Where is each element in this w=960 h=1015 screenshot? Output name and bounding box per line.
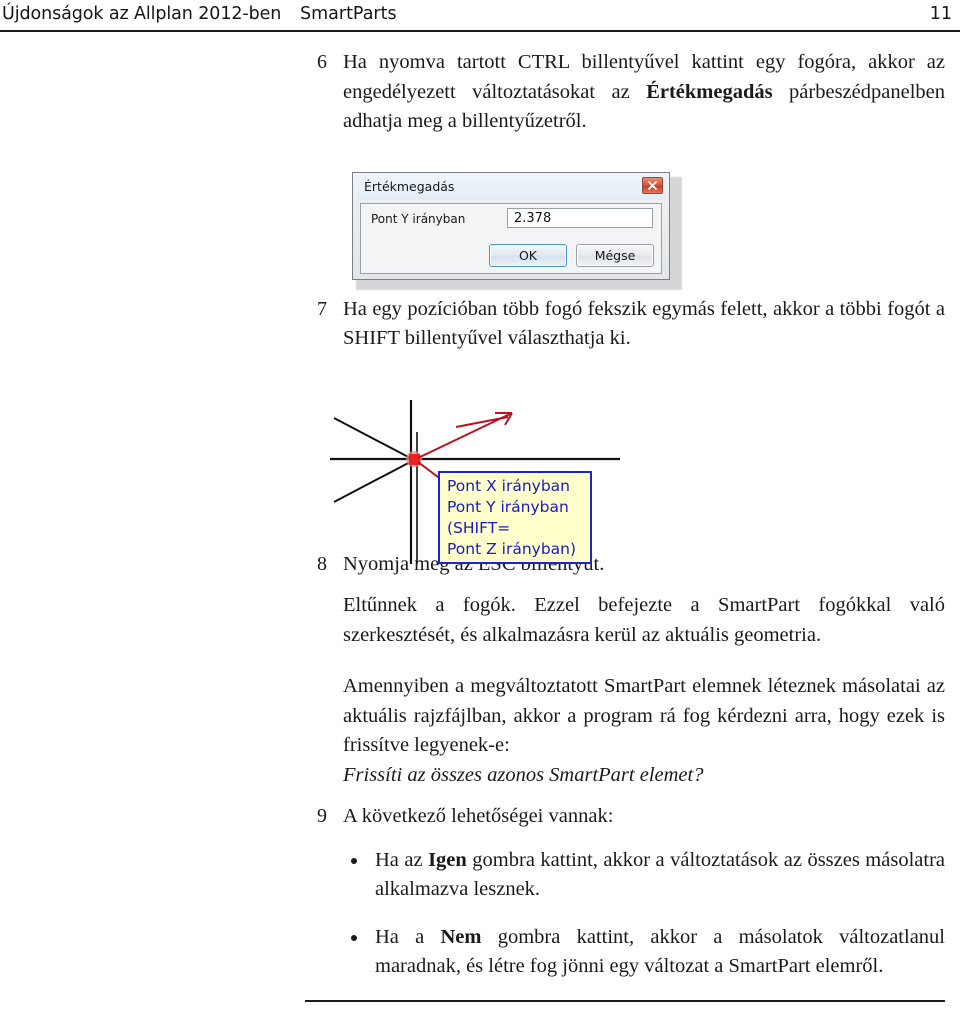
dialog-window: Értékmegadás Pont Y irányban 2.378 OK Mé… [352,172,670,280]
header-divider-rule [0,30,960,32]
diagonal-line-upper [333,417,415,461]
step-number: 8 [317,552,327,575]
running-header: Újdonságok az Allplan 2012-ben SmartPart… [0,4,960,30]
direction-arrow-secondary [455,416,509,428]
step-item-7: 7 Ha egy pozícióban több fogó fekszik eg… [305,295,945,354]
bullet2-emphasis: Nem [440,925,482,948]
step-text: Ha egy pozícióban több fogó fekszik egym… [343,297,945,350]
step-item-6: 6 Ha nyomva tartott CTRL billentyűvel ka… [305,48,945,137]
header-section-title: SmartParts [300,4,397,24]
point-y-value-input[interactable]: 2.378 [507,208,653,228]
tooltip-line-1: Pont X irányban [447,477,570,495]
ok-button[interactable]: OK [489,244,567,267]
footer-divider-rule [305,1000,945,1002]
step-number: 6 [317,51,327,73]
close-icon[interactable] [642,177,663,194]
step8-paragraph-1: Eltűnnek a fogók. Ezzel befejezte a Smar… [343,594,945,646]
bullet-dot-icon [351,934,357,941]
step-text: A következő lehetőségei vannak: [343,805,614,827]
tooltip-line-3: (SHIFT= [447,519,510,537]
step8-paragraph-2: Amennyiben a megváltoztatott SmartPart e… [343,675,945,756]
step8-paragraph-3: Frissíti az összes azonos SmartPart elem… [305,761,945,791]
step6-emphasis: Értékmegadás [646,80,773,103]
step-number: 9 [317,805,327,827]
list-item: Ha a Nem gombra kattint, akkor a másolat… [305,923,945,982]
bullet-dot-icon [351,857,357,864]
page-number: 11 [929,4,952,24]
crosshair-tooltip-figure: Pont X irányban Pont Y irányban (SHIFT= … [330,392,660,567]
point-y-direction-label: Pont Y irányban [371,212,466,226]
tooltip-line-4: Pont Z irányban) [447,540,576,558]
bullet1-text-part1: Ha az [375,848,429,871]
diagonal-line-lower [333,459,415,503]
tooltip-line-2: Pont Y irányban [447,498,569,516]
step-item-9: 9 A következő lehetőségei vannak: [305,802,945,832]
list-item: Ha az Igen gombra kattint, akkor a válto… [305,846,945,905]
dialog-content-panel: Pont Y irányban 2.378 OK Mégse [360,203,662,274]
value-entry-dialog-figure: Értékmegadás Pont Y irányban 2.378 OK Mé… [352,172,682,290]
step-text: Ha nyomva tartott CTRL billentyűvel katt… [343,48,945,137]
dialog-titlebar: Értékmegadás [356,176,666,200]
step-number: 7 [317,297,327,320]
point-y-value-text: 2.378 [514,211,552,226]
cancel-button[interactable]: Mégse [576,244,654,267]
header-document-title: Újdonságok az Allplan 2012-ben [2,4,282,24]
bullet1-emphasis: Igen [428,848,467,871]
bullet2-text-part1: Ha a [375,925,441,948]
dialog-title: Értékmegadás [364,179,455,194]
step8-italic-question: Frissíti az összes azonos SmartPart elem… [343,763,704,786]
